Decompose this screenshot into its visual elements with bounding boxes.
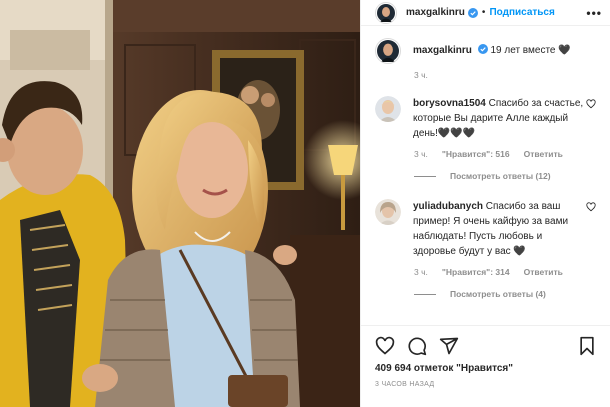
post-actions: 409 694 отметок "Нравится" 3 часов назад bbox=[361, 325, 610, 407]
bookmark-icon[interactable] bbox=[578, 336, 596, 356]
share-icon[interactable] bbox=[439, 336, 459, 356]
caption-time[interactable]: 3 ч. bbox=[414, 70, 428, 80]
commenter-avatar[interactable] bbox=[375, 199, 401, 225]
follow-button[interactable]: Подписаться bbox=[489, 7, 554, 18]
like-comment-heart-icon[interactable] bbox=[586, 99, 596, 109]
post-photo[interactable] bbox=[0, 0, 360, 407]
avatar-image bbox=[377, 3, 395, 22]
view-replies[interactable]: Посмотреть ответы (4) bbox=[414, 289, 596, 299]
replies-divider-line bbox=[414, 293, 436, 295]
commenter-avatar[interactable] bbox=[375, 96, 401, 122]
replies-divider-line bbox=[414, 175, 436, 177]
comment-text-block: borysovna1504 Спасибо за счастье, которы… bbox=[413, 96, 586, 141]
comment-meta: 3 ч. "Нравится": 516 Ответить bbox=[414, 149, 596, 159]
verified-badge-icon bbox=[477, 44, 488, 54]
view-replies-label[interactable]: Посмотреть ответы (4) bbox=[450, 289, 546, 299]
comment-item: borysovna1504 Спасибо за счастье, которы… bbox=[375, 96, 596, 141]
like-comment-heart-icon[interactable] bbox=[586, 202, 596, 212]
heart-icon[interactable] bbox=[375, 336, 395, 356]
comment-meta: 3 ч. "Нравится": 314 Ответить bbox=[414, 267, 596, 277]
comment-item: yuliadubanych Спасибо за ваш пример! Я о… bbox=[375, 199, 596, 259]
comments-section: maxgalkinru 19 лет вместе 🖤 3 ч. borysov… bbox=[361, 26, 610, 325]
avatar-image bbox=[375, 96, 401, 122]
caption-text-block: maxgalkinru 19 лет вместе 🖤 bbox=[413, 43, 596, 58]
avatar-image bbox=[377, 40, 399, 62]
view-replies[interactable]: Посмотреть ответы (12) bbox=[414, 171, 596, 181]
reply-button[interactable]: Ответить bbox=[524, 267, 563, 277]
verified-badge-icon bbox=[467, 7, 478, 18]
caption-meta: 3 ч. bbox=[414, 70, 596, 80]
view-replies-label[interactable]: Посмотреть ответы (12) bbox=[450, 171, 551, 181]
photo-illustration bbox=[0, 0, 360, 407]
separator-dot: • bbox=[481, 7, 486, 18]
comment-text-block: yuliadubanych Спасибо за ваш пример! Я о… bbox=[413, 199, 586, 259]
more-options-icon[interactable]: ••• bbox=[586, 6, 602, 20]
posted-timestamp[interactable]: 3 часов назад bbox=[375, 381, 596, 388]
action-icons bbox=[375, 334, 596, 358]
post-sidebar: maxgalkinru • Подписаться ••• maxgalkinr… bbox=[360, 0, 610, 407]
comment-username[interactable]: borysovna1504 bbox=[413, 98, 486, 109]
comment-likes[interactable]: "Нравится": 516 bbox=[442, 149, 510, 159]
likes-count[interactable]: 409 694 отметок "Нравится" bbox=[375, 363, 596, 374]
comment-icon[interactable] bbox=[407, 336, 427, 356]
caption-username[interactable]: maxgalkinru bbox=[413, 45, 472, 56]
instagram-post: maxgalkinru • Подписаться ••• maxgalkinr… bbox=[0, 0, 610, 407]
comment-time[interactable]: 3 ч. bbox=[414, 149, 428, 159]
avatar-image bbox=[375, 199, 401, 225]
caption-text: 19 лет вместе 🖤 bbox=[490, 45, 571, 56]
post-header: maxgalkinru • Подписаться ••• bbox=[361, 0, 610, 26]
comment-time[interactable]: 3 ч. bbox=[414, 267, 428, 277]
author-avatar[interactable] bbox=[375, 1, 397, 24]
author-username[interactable]: maxgalkinru bbox=[406, 7, 465, 18]
comment-likes[interactable]: "Нравится": 314 bbox=[442, 267, 510, 277]
comment-username[interactable]: yuliadubanych bbox=[413, 201, 483, 212]
reply-button[interactable]: Ответить bbox=[524, 149, 563, 159]
caption-avatar[interactable] bbox=[375, 38, 401, 64]
caption-row: maxgalkinru 19 лет вместе 🖤 bbox=[375, 38, 596, 64]
